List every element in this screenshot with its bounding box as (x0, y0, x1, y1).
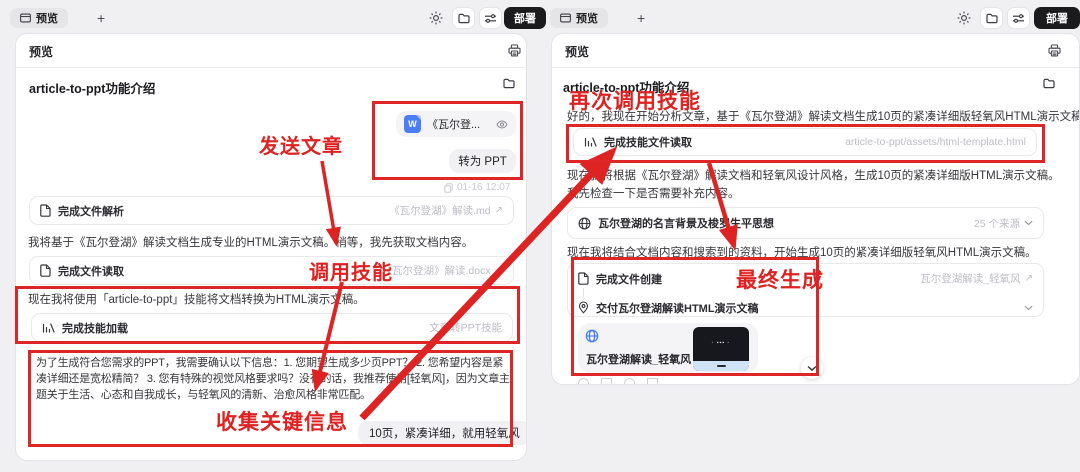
step-card-file-parse[interactable]: 完成文件解析 《瓦尔登湖》解读.md↗ (29, 196, 514, 225)
external-link-icon: ↗ (495, 265, 503, 276)
annotation-label-invoke-again: 再次调用技能 (569, 85, 701, 115)
message-timestamp: 01-16 12:07 (444, 182, 510, 193)
panel-header: 预览 (552, 34, 1079, 68)
action-icon[interactable] (647, 378, 658, 385)
deploy-button[interactable]: 部署 (504, 7, 546, 29)
document-icon (578, 272, 589, 285)
printer-icon[interactable] (1048, 44, 1061, 57)
window-icon (560, 13, 571, 23)
folder-icon (458, 13, 470, 24)
tune-icon (1012, 13, 1025, 24)
skill-file-path: article-to-ppt/assets/html-template.html (845, 136, 1026, 148)
step-label: 完成文件读取 (58, 263, 124, 279)
left-preview-panel: 预览 article-to-ppt功能介绍 W 《瓦尔登... 转为 PPT 0… (15, 33, 527, 461)
user-message: 转为 PPT (449, 149, 516, 173)
file-link[interactable]: 《瓦尔登湖》解读.md↗ (389, 203, 503, 218)
document-icon (40, 204, 51, 217)
step-label: 交付瓦尔登湖解读HTML演示文稿 (596, 300, 759, 316)
new-tab-button[interactable]: + (637, 11, 645, 25)
result-attachment-card[interactable]: 瓦尔登湖解读_轻氧风 ◦ ▪▪▪ ◦ (578, 323, 758, 373)
pin-icon (578, 301, 589, 314)
document-icon (40, 264, 51, 277)
open-folder-icon[interactable] (1043, 78, 1055, 89)
tab-label: 预览 (576, 10, 598, 26)
panel-header-title: 预览 (565, 43, 589, 60)
annotation-label-final-output: 最终生成 (736, 264, 824, 294)
panel-header-title: 预览 (29, 43, 53, 60)
copy-icon (444, 183, 453, 193)
tab-label: 预览 (36, 10, 58, 26)
search-query: 瓦尔登湖的名言背景及梭罗生平思想 (598, 215, 774, 231)
file-link[interactable]: 瓦尔登湖解读_轻氧风↗ (920, 271, 1033, 286)
assistant-message: 为了生成符合您需求的PPT，我需要确认以下信息：1. 您期望生成多少页PPT？ … (36, 355, 510, 403)
folder-icon (986, 13, 998, 24)
timeline-connector (583, 288, 584, 298)
assistant-message: 现在我将使用「article-to-ppt」技能将文档转换为HTML演示文稿。 (28, 291, 365, 307)
tune-icon (484, 13, 497, 24)
files-button[interactable] (980, 7, 1003, 29)
skill-name: 文章转PPT技能 (429, 320, 502, 335)
attachment-title: 瓦尔登湖解读_轻氧风 (586, 351, 691, 367)
word-doc-icon: W (404, 115, 421, 133)
annotation-label-invoke-skill: 调用技能 (309, 256, 393, 285)
user-message: 10页，紧凑详细，就用轻氧风 (358, 421, 527, 445)
assistant-message: 我将基于《瓦尔登湖》解读文档生成专业的HTML演示文稿。稍等，我先获取文档内容。 (28, 234, 473, 250)
deliver-row[interactable]: 交付瓦尔登湖解读HTML演示文稿 (578, 299, 1033, 316)
eye-icon[interactable] (496, 120, 508, 129)
theme-sun-icon[interactable] (957, 11, 971, 25)
assistant-message: 现在我将结合文档内容和搜索到的资料，开始生成10页的紧凑详细版轻氧风HTML演示… (567, 244, 1037, 260)
annotation-label-collect-info: 收集关键信息 (216, 406, 348, 436)
chevron-down-icon (1024, 220, 1033, 226)
tab-preview[interactable]: 预览 (10, 8, 68, 28)
window-icon (20, 13, 31, 23)
attachment-name: 《瓦尔登... (427, 116, 480, 132)
chevron-down-icon (1024, 305, 1033, 311)
search-card[interactable]: 瓦尔登湖的名言背景及梭罗生平思想 25 个来源 (567, 207, 1044, 239)
step-card-skill-load[interactable]: 完成技能加载 文章转PPT技能 (31, 313, 513, 342)
expand-toggle[interactable] (1024, 305, 1033, 311)
sources-dropdown[interactable]: 25 个来源 (974, 216, 1033, 231)
external-link-icon: ↗ (495, 205, 503, 216)
step-label: 完成技能加载 (62, 320, 128, 336)
step-card-file-read[interactable]: 完成文件读取 《瓦尔登湖》解读.docx↗ (29, 256, 514, 285)
step-label: 完成文件创建 (596, 271, 662, 287)
theme-sun-icon[interactable] (429, 11, 443, 25)
files-button[interactable] (452, 7, 475, 29)
screenshot-root: 预览 + 部署 预览 article-to-ppt功能介绍 W 《瓦尔登... (0, 0, 1080, 472)
file-link[interactable]: 《瓦尔登湖》解读.docx↗ (382, 263, 504, 278)
open-folder-icon[interactable] (503, 78, 515, 89)
globe-badge-icon (585, 329, 599, 343)
settings-button[interactable] (479, 7, 502, 29)
skill-bars-icon (584, 136, 597, 148)
settings-button[interactable] (1007, 7, 1030, 29)
panel-header: 预览 (16, 34, 526, 68)
step-label: 完成技能文件读取 (604, 134, 692, 150)
action-icon[interactable] (601, 378, 612, 385)
skill-bars-icon (42, 322, 55, 334)
action-icon[interactable] (578, 378, 589, 385)
globe-icon (578, 217, 591, 230)
step-card-skill-file-read[interactable]: 完成技能文件读取 article-to-ppt/assets/html-temp… (573, 128, 1037, 156)
tab-preview[interactable]: 预览 (550, 8, 608, 28)
scroll-to-bottom-button[interactable] (801, 357, 823, 379)
annotation-label-send-article: 发送文章 (259, 130, 343, 159)
chevron-down-icon (807, 365, 817, 372)
slide-thumbnail[interactable]: ◦ ▪▪▪ ◦ (693, 327, 749, 371)
step-label: 完成文件解析 (58, 203, 124, 219)
deploy-button[interactable]: 部署 (1034, 7, 1080, 29)
printer-icon[interactable] (508, 44, 521, 57)
assistant-message: 现在我将根据《瓦尔登湖》解读文档和轻氧风设计风格，生成10页的紧凑详细版HTML… (567, 168, 1063, 203)
attachment-chip[interactable]: W 《瓦尔登... (396, 111, 516, 137)
external-link-icon: ↗ (1025, 273, 1033, 284)
message-actions-row[interactable] (578, 378, 658, 385)
new-tab-button[interactable]: + (97, 11, 105, 25)
conversation-title: article-to-ppt功能介绍 (29, 78, 155, 97)
action-icon[interactable] (624, 378, 635, 385)
